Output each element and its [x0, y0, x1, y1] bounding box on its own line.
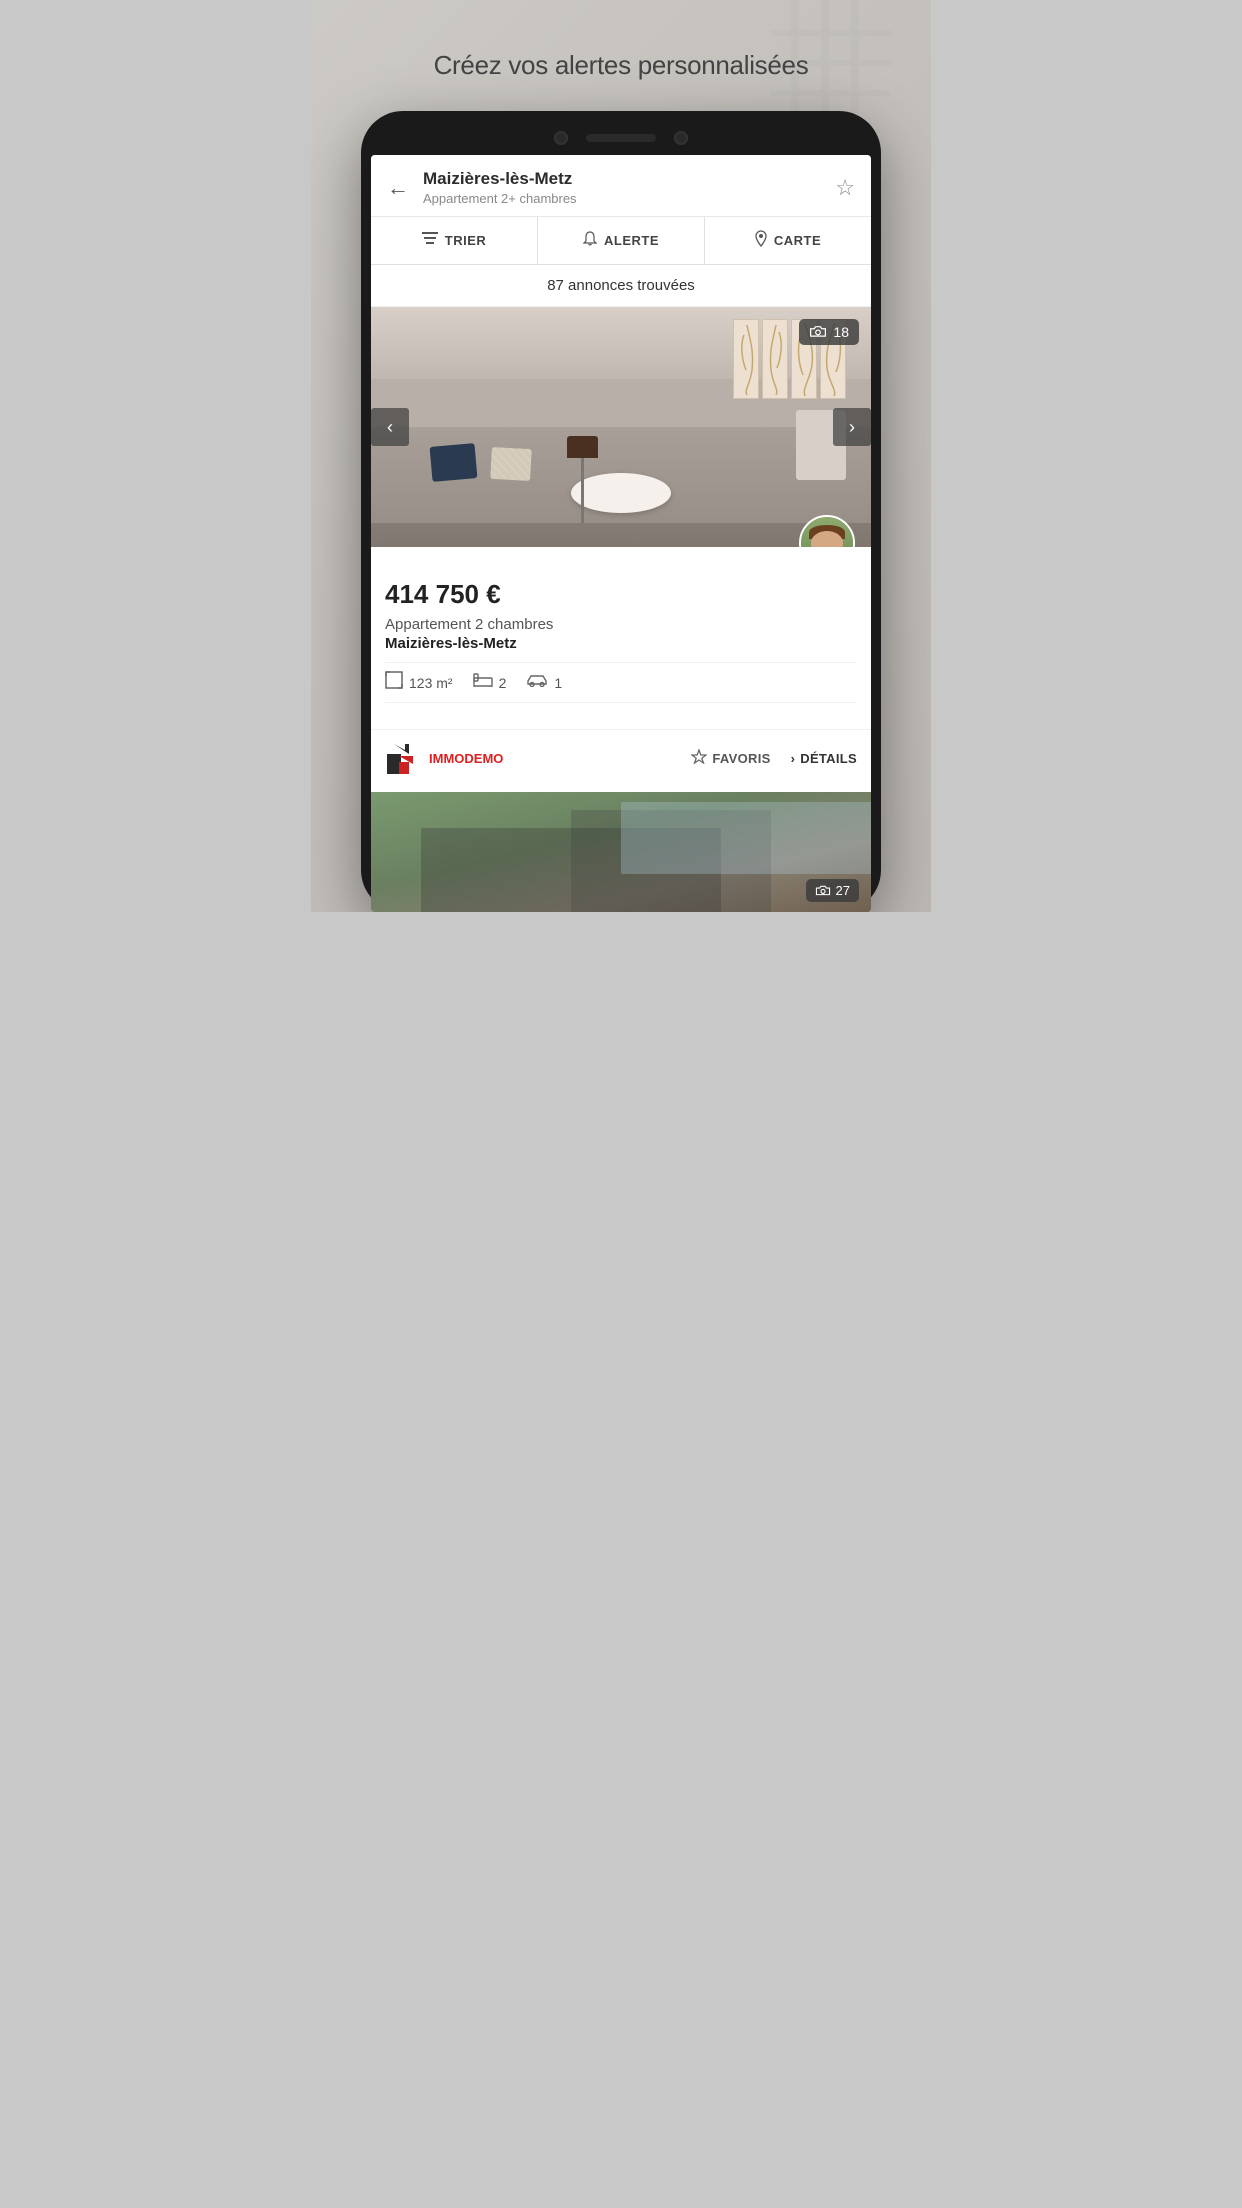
- photo-count: 18: [833, 324, 849, 340]
- app-header: ← Maizières-lès-Metz Appartement 2+ cham…: [371, 155, 871, 217]
- glass-facade: [621, 802, 871, 874]
- favorite-button[interactable]: ☆: [835, 175, 855, 201]
- agency-logo: IMMODEMO: [385, 740, 503, 776]
- toolbar: TRIER ALERTE: [371, 217, 871, 265]
- feature-surface: 123 m²: [385, 671, 453, 694]
- artwork-2: [762, 319, 788, 399]
- camera-icon-2: [815, 885, 831, 897]
- listing-actions: IMMODEMO FAVORIS: [371, 729, 871, 790]
- star-icon: [691, 749, 707, 767]
- agent-face: [801, 517, 853, 547]
- surface-icon: [385, 671, 403, 694]
- feature-parking: 1: [526, 673, 562, 692]
- details-label: DÉTAILS: [800, 751, 857, 766]
- toolbar-trier-label: TRIER: [445, 233, 487, 248]
- agency-logo-svg: [385, 740, 421, 776]
- floor-lamp-shade: [567, 436, 598, 458]
- phone-frame: ← Maizières-lès-Metz Appartement 2+ cham…: [361, 111, 881, 912]
- filter-icon: [422, 232, 438, 249]
- bedrooms-value: 2: [499, 675, 507, 691]
- listing-location: Maizières-lès-Metz: [385, 635, 857, 652]
- agency-name: IMMODEMO: [429, 751, 503, 766]
- phone-camera-2: [674, 131, 688, 145]
- bed-icon: [473, 673, 493, 692]
- surface-value: 123 m²: [409, 675, 453, 691]
- bell-icon: [583, 231, 597, 251]
- toolbar-alerte[interactable]: ALERTE: [538, 217, 705, 264]
- listing-preview-bg: [371, 792, 871, 912]
- toolbar-carte-label: CARTE: [774, 233, 821, 248]
- favorites-button[interactable]: FAVORIS: [691, 749, 770, 767]
- listing-card-preview: 27: [371, 792, 871, 912]
- listing-price: 414 750 €: [385, 579, 857, 610]
- agency-name-part1: IMMO: [429, 751, 464, 766]
- map-pin-icon: [755, 230, 767, 251]
- favorites-label: FAVORIS: [712, 751, 770, 766]
- agency-name-part2: DEMO: [464, 751, 503, 766]
- results-count: 87 annonces trouvées: [371, 265, 871, 307]
- header-subtitle: Appartement 2+ chambres: [423, 191, 835, 206]
- prev-image-button[interactable]: ‹: [371, 408, 409, 446]
- cushion-1: [430, 443, 478, 482]
- header-city: Maizières-lès-Metz: [423, 169, 835, 189]
- next-image-button[interactable]: ›: [833, 408, 871, 446]
- cushion-2: [490, 447, 532, 481]
- phone-top-bar: [371, 123, 871, 155]
- header-title-block: Maizières-lès-Metz Appartement 2+ chambr…: [423, 169, 835, 206]
- camera-icon: [809, 325, 827, 339]
- listing-image: [371, 307, 871, 547]
- photo-count-badge-2: 27: [806, 879, 859, 902]
- toolbar-trier[interactable]: TRIER: [371, 217, 538, 264]
- listing-type: Appartement 2 chambres: [385, 616, 857, 633]
- chevron-right-icon: ›: [791, 751, 796, 766]
- details-button[interactable]: › DÉTAILS: [791, 751, 857, 766]
- photo-count-2: 27: [836, 883, 850, 898]
- outer-bg: Créez vos alertes personnalisées ← Maizi…: [311, 0, 931, 912]
- listing-card: 18 ‹ ›: [371, 307, 871, 790]
- listing-info: 414 750 € Appartement 2 chambres Maizièr…: [371, 547, 871, 729]
- toolbar-alerte-label: ALERTE: [604, 233, 659, 248]
- page-title: Créez vos alertes personnalisées: [404, 30, 839, 111]
- photo-count-badge: 18: [799, 319, 859, 345]
- parking-value: 1: [554, 675, 562, 691]
- phone-speaker: [586, 134, 656, 142]
- feature-bedrooms: 2: [473, 673, 507, 692]
- agent-avatar: [799, 515, 855, 547]
- listing-image-container: 18 ‹ ›: [371, 307, 871, 547]
- listing-features: 123 m² 2: [385, 662, 857, 703]
- coffee-table: [571, 473, 671, 513]
- artwork-1: [733, 319, 759, 399]
- back-button[interactable]: ←: [387, 175, 409, 201]
- phone-screen: ← Maizières-lès-Metz Appartement 2+ cham…: [371, 155, 871, 912]
- car-icon: [526, 673, 548, 692]
- phone-camera: [554, 131, 568, 145]
- actions-right: FAVORIS › DÉTAILS: [691, 749, 857, 767]
- toolbar-carte[interactable]: CARTE: [705, 217, 871, 264]
